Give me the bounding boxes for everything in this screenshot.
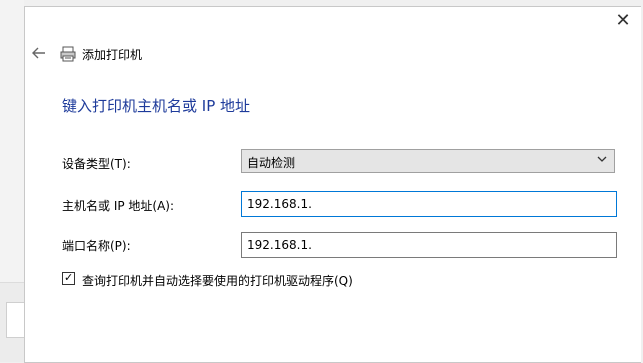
printer-icon <box>60 46 76 62</box>
hostname-input[interactable]: 192.168.1. <box>241 191 617 217</box>
chevron-down-icon <box>596 153 608 168</box>
auto-select-driver-label[interactable]: 查询打印机并自动选择要使用的打印机驱动程序(Q) <box>82 272 353 289</box>
page-heading: 键入打印机主机名或 IP 地址 <box>62 97 251 115</box>
close-button[interactable]: ✕ <box>613 11 633 31</box>
device-type-label: 设备类型(T): <box>62 157 131 171</box>
background-input <box>6 302 25 338</box>
port-name-value: 192.168.1. <box>247 238 312 252</box>
hostname-label: 主机名或 IP 地址(A): <box>62 199 175 213</box>
add-printer-dialog: ✕ 添加打印机 键入打印机主机名或 IP 地址 设备类型(T): 自动检测 主机… <box>24 6 641 363</box>
port-name-label: 端口名称(P): <box>62 239 131 253</box>
window-title: 添加打印机 <box>82 48 143 62</box>
auto-select-driver-checkbox[interactable]: ✓ <box>62 271 75 285</box>
back-button[interactable] <box>31 45 49 63</box>
port-name-input[interactable]: 192.168.1. <box>241 232 617 258</box>
device-type-value: 自动检测 <box>247 156 296 170</box>
close-icon: ✕ <box>615 10 631 31</box>
checkmark-icon: ✓ <box>64 271 74 284</box>
hostname-value: 192.168.1. <box>247 197 312 211</box>
back-arrow-icon <box>32 47 45 59</box>
device-type-select[interactable]: 自动检测 <box>241 149 615 173</box>
